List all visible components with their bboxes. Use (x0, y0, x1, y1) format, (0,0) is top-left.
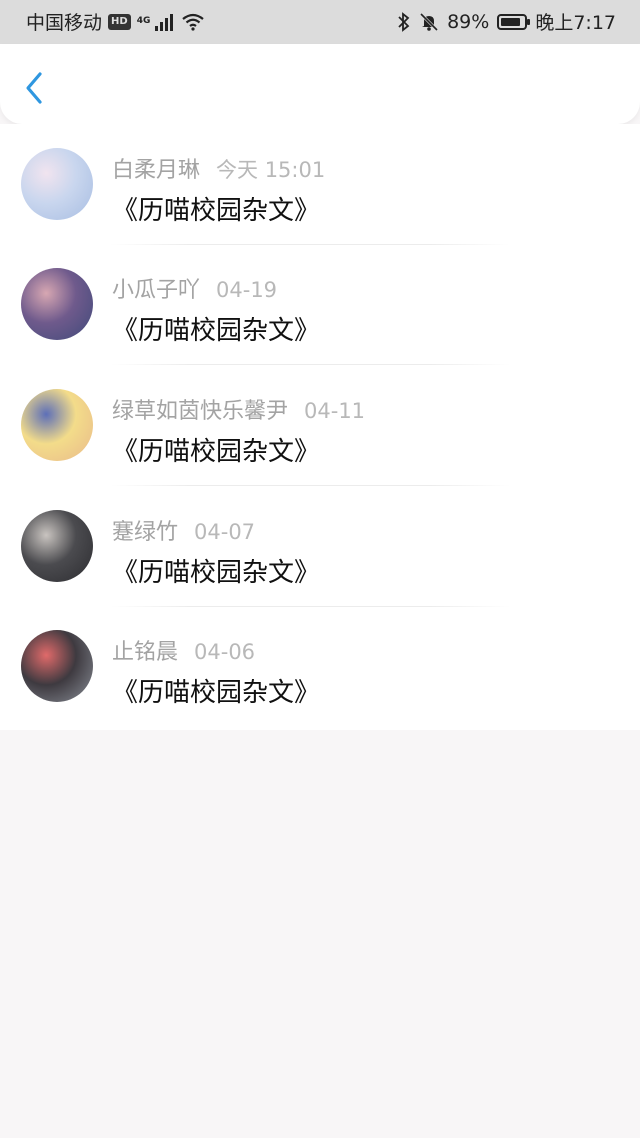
author-name: 蹇绿竹 (112, 520, 179, 545)
article-list: 白柔月琳 今天 15:01 《历喵校园杂文》 小瓜子吖 04-19 《历喵校园杂文》… (0, 124, 640, 730)
author-name: 白柔月琳 (112, 158, 201, 183)
item-meta: 绿草如茵快乐馨尹 04-11 (112, 393, 365, 425)
battery-fill (501, 17, 521, 26)
post-date: 04-06 (194, 640, 256, 664)
post-date: 今天 15:01 (216, 158, 326, 182)
list-item[interactable]: 小瓜子吖 04-19 《历喵校园杂文》 (0, 244, 640, 365)
signal-icon (154, 13, 173, 31)
avatar[interactable] (21, 510, 93, 582)
item-meta: 小瓜子吖 04-19 (112, 272, 277, 304)
article-title[interactable]: 《历喵校园杂文》 (112, 672, 320, 709)
post-date: 04-07 (194, 520, 256, 544)
item-meta: 止铭晨 04-06 (112, 634, 255, 666)
header-bar (0, 44, 640, 124)
status-right: 89% 晚上7:17 (397, 8, 616, 35)
list-item[interactable]: 止铭晨 04-06 《历喵校园杂文》 (0, 606, 640, 726)
back-button[interactable] (18, 68, 50, 108)
post-date: 04-11 (304, 399, 366, 423)
avatar[interactable] (21, 148, 93, 220)
avatar[interactable] (21, 630, 93, 702)
avatar[interactable] (21, 268, 93, 340)
status-left: 中国移动 HD 4G (26, 8, 205, 35)
list-item[interactable]: 蹇绿竹 04-07 《历喵校园杂文》 (0, 486, 640, 607)
bluetooth-icon (398, 11, 410, 32)
hd-icon: HD (108, 13, 131, 30)
list-item[interactable]: 白柔月琳 今天 15:01 《历喵校园杂文》 (0, 124, 640, 245)
post-date: 04-19 (216, 278, 278, 302)
article-title[interactable]: 《历喵校园杂文》 (112, 431, 320, 468)
list-item[interactable]: 绿草如茵快乐馨尹 04-11 《历喵校园杂文》 (0, 365, 640, 486)
mute-bell-icon (420, 12, 439, 31)
network-type-label: 4G (136, 16, 151, 26)
battery-icon (497, 13, 531, 30)
battery-percent-label: 89% (447, 10, 490, 33)
item-meta: 白柔月琳 今天 15:01 (112, 152, 325, 184)
item-meta: 蹇绿竹 04-07 (112, 514, 255, 546)
wifi-icon (182, 13, 204, 31)
article-title[interactable]: 《历喵校园杂文》 (112, 310, 320, 347)
carrier-label: 中国移动 (26, 12, 103, 34)
author-name: 小瓜子吖 (112, 278, 201, 303)
clock-label: 晚上7:17 (535, 12, 616, 34)
chevron-left-icon (26, 72, 42, 104)
status-bar: 中国移动 HD 4G 89% 晚上7:17 (0, 0, 640, 44)
avatar[interactable] (21, 389, 93, 461)
article-title[interactable]: 《历喵校园杂文》 (112, 552, 320, 589)
author-name: 绿草如茵快乐馨尹 (112, 399, 289, 424)
author-name: 止铭晨 (112, 640, 179, 665)
article-title[interactable]: 《历喵校园杂文》 (112, 190, 320, 227)
